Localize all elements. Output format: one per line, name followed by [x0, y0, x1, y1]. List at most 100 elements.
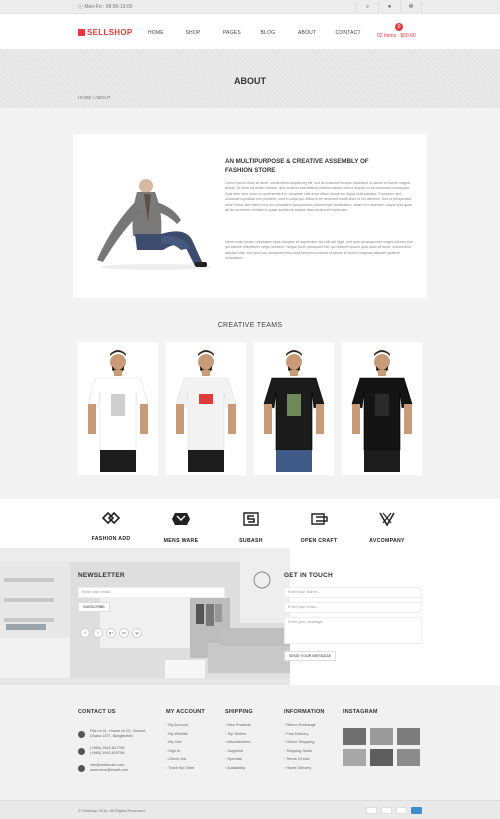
footer-link-sign-in[interactable]: Sign In — [166, 749, 205, 758]
nav-shop[interactable]: SHOP — [186, 30, 224, 36]
footer-link-check-out[interactable]: Check Out — [166, 757, 205, 766]
page-banner: ABOUT — [0, 50, 500, 108]
about-card: AN MULTIPURPOSE & CREATIVE ASSEMBLY OF F… — [73, 134, 427, 298]
paypal-icon — [366, 807, 377, 814]
about-paragraph-1: Lorem ipsum dolor sit amet, consectetur … — [225, 181, 413, 213]
phone-icon — [78, 748, 85, 755]
site-logo[interactable]: SELLSHOP — [78, 28, 133, 37]
contact-email-input[interactable]: Enter your email... — [284, 602, 422, 613]
footer-link-terms-of-use[interactable]: Terms Of Use — [284, 757, 325, 766]
contact-form-title: GET IN TOUCH — [284, 572, 333, 579]
search-icon[interactable]: ⌕ — [356, 2, 378, 12]
footer-information-title: INFORMATION — [284, 709, 325, 715]
footer-account-title: MY ACCOUNT — [166, 709, 205, 715]
main-nav: HOME SHOP PAGES BLOG ABOUT CONTACT — [148, 30, 373, 36]
logo-mark-icon — [78, 29, 85, 36]
facebook-icon[interactable]: f — [80, 628, 90, 638]
footer-link-return-exchange[interactable]: Return Exchange — [284, 723, 325, 732]
footer-link-availability[interactable]: Availability — [225, 766, 253, 775]
page-title: ABOUT — [234, 76, 266, 86]
newsletter-title: NEWSLETTER — [78, 572, 125, 579]
google-plus-icon[interactable]: g+ — [106, 628, 116, 638]
team-member-card[interactable] — [254, 342, 334, 475]
footer-link-top-sellers[interactable]: Top Sellers — [225, 732, 253, 741]
newsletter-section: NEWSLETTER — [0, 548, 290, 685]
about-person-image — [97, 179, 211, 270]
gear-icon[interactable]: ✻ — [400, 2, 422, 12]
brand-fashion-add[interactable]: FASHION ADD — [76, 512, 146, 545]
footer-contact-title: CONTACT US — [78, 709, 116, 715]
instagram-photo[interactable] — [397, 749, 420, 766]
footer-link-new-products[interactable]: New Products — [225, 723, 253, 732]
footer-emails[interactable]: info@motionzin.com username@email.com — [90, 763, 128, 773]
business-hours: ⓒ Mon-Fri : 09:00-19:00 — [78, 4, 133, 10]
footer-link-home-delivery[interactable]: Home Delivery — [284, 766, 325, 775]
subscribe-button[interactable]: SUBSCRIBE — [78, 602, 110, 612]
brand-open-craft[interactable]: OPEN CRAFT — [284, 512, 354, 547]
team-member-photo — [254, 342, 334, 475]
nav-contact[interactable]: CONTACT — [336, 30, 374, 36]
brand-subash[interactable]: SUBASH — [216, 512, 286, 547]
location-icon — [78, 731, 85, 738]
about-paragraph-2: Nemo enim ipsam voluptatem quia voluptas… — [225, 240, 413, 261]
linkedin-icon[interactable]: in — [119, 628, 129, 638]
breadcrumb: HOME / ABOUT — [78, 95, 111, 100]
brand-avcompany[interactable]: AVCOMPANY — [352, 512, 422, 547]
team-member-photo — [78, 342, 158, 475]
footer-link-my-wishlist[interactable]: My Wishlist — [166, 732, 205, 741]
about-heading: AN MULTIPURPOSE & CREATIVE ASSEMBLY OF F… — [225, 158, 369, 174]
creative-teams-title: CREATIVE TEAMS — [217, 322, 283, 329]
mastercard-icon — [381, 807, 392, 814]
instagram-photo[interactable] — [343, 728, 366, 745]
twitter-icon[interactable]: t — [93, 628, 103, 638]
contact-name-input[interactable]: Enter your Name... — [284, 587, 422, 598]
nav-about[interactable]: ABOUT — [298, 30, 336, 36]
open-craft-logo-icon — [311, 513, 328, 525]
footer-link-track-order[interactable]: Track My Order — [166, 766, 205, 775]
team-member-card[interactable] — [342, 342, 422, 475]
footer-link-specials[interactable]: Specials — [225, 757, 253, 766]
avcompany-logo-icon — [379, 512, 395, 526]
mens-ware-logo-icon — [172, 513, 190, 525]
footer-link-my-cart[interactable]: My Cart — [166, 740, 205, 749]
nav-pages[interactable]: PAGES — [223, 30, 261, 36]
instagram-photo[interactable] — [370, 728, 393, 745]
copyright-text: © Sellshop 2016. All Rights Reserved — [78, 808, 145, 813]
team-member-photo — [342, 342, 422, 475]
instagram-photo[interactable] — [397, 728, 420, 745]
footer-phones: (+880) 1943-821758 (+880) 1943-815758 — [90, 746, 125, 756]
top-bar: ⓒ Mon-Fri : 09:00-19:00 ⌕ ● ✻ — [0, 0, 500, 14]
site-footer: CONTACT US MY ACCOUNT My Account My Wish… — [0, 685, 500, 800]
team-member-card[interactable] — [166, 342, 246, 475]
instagram-photo[interactable] — [370, 749, 393, 766]
newsletter-email-input[interactable]: Enter your email... — [78, 587, 225, 598]
copyright-bar: © Sellshop 2016. All Rights Reserved — [0, 800, 500, 819]
team-member-card[interactable] — [78, 342, 158, 475]
subash-logo-icon — [243, 512, 259, 526]
footer-link-fast-delivery[interactable]: Fast Delivery — [284, 732, 325, 741]
youtube-icon[interactable]: yt — [132, 628, 142, 638]
nav-blog[interactable]: BLOG — [261, 30, 299, 36]
footer-instagram-title: INSTAGRAM — [343, 709, 378, 715]
team-member-photo — [166, 342, 246, 475]
footer-shipping-title: SHIPPING — [225, 709, 253, 715]
user-icon[interactable]: ● — [378, 2, 400, 12]
nav-home[interactable]: HOME — [148, 30, 186, 36]
fashion-add-logo-icon — [101, 512, 121, 524]
amex-icon — [411, 807, 422, 814]
footer-link-my-account[interactable]: My Account — [166, 723, 205, 732]
footer-link-online-shopping[interactable]: Online Shopping — [284, 740, 325, 749]
footer-address: Flat no 01, House no 02, Vincent, Dhaka 1… — [90, 729, 147, 739]
send-message-button[interactable]: SEND YOUR MESSAGE — [284, 651, 336, 661]
instagram-photo[interactable] — [343, 749, 366, 766]
interior-background-image — [0, 548, 290, 685]
footer-link-shipping-guide[interactable]: Shipping Guide — [284, 749, 325, 758]
contact-message-textarea[interactable]: Enter your message... — [284, 617, 422, 644]
brand-logos-strip: FASHION ADD MENS WARE SUBASH OPEN CRAFT … — [0, 499, 500, 548]
email-icon — [78, 765, 85, 772]
visa-icon — [396, 807, 407, 814]
footer-link-manufacturers[interactable]: Manufactirers — [225, 740, 253, 749]
footer-link-suppliers[interactable]: Suppliers — [225, 749, 253, 758]
brand-mens-ware[interactable]: MENS WARE — [146, 512, 216, 547]
cart-summary: 02 Items : $60.00 — [377, 33, 416, 39]
